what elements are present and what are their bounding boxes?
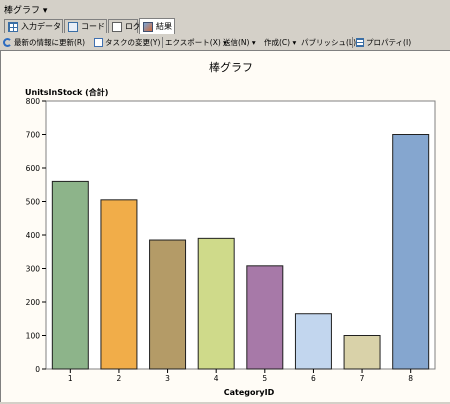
code-icon [68,21,78,32]
y-tick-label: 800 [26,97,41,106]
x-tick-label: 3 [165,374,170,383]
tab-log[interactable]: ログ [108,19,141,33]
tab-bar: 入力データ コード ログ 結果 [0,17,450,36]
task-changes-label: タスクの変更(Y) [105,38,161,47]
x-tick-label: 6 [311,374,316,383]
y-axis: 0 100 200 300 400 500 600 700 800 [26,97,46,374]
send-menu-button[interactable]: 送信(N) ▾ [223,37,256,48]
bar-chart: 棒グラフ UnitsInStock (合計) CategoryID 010020… [25,60,436,397]
title-dropdown-arrow-icon: ▾ [42,6,48,16]
tab-label: 結果 [156,22,172,31]
y-tick-label: 700 [26,131,41,140]
x-axis-label: CategoryID [224,388,275,397]
bar-category-3[interactable] [149,239,187,370]
publish-label: パブリッシュ(L) [301,38,357,47]
tab-results[interactable]: 結果 [139,18,175,34]
y-tick-label: 500 [26,198,41,207]
chart-title: 棒グラフ [209,60,253,74]
result-chart-icon [143,21,153,32]
bar-category-4[interactable] [197,237,235,370]
create-label: 作成(C) ▾ [264,38,297,47]
export-label: エクスポート(X) ▾ [165,38,227,47]
bar-category-2[interactable] [100,199,138,370]
y-tick-label: 100 [26,332,41,341]
window-title-bar[interactable]: 棒グラフ ▾ [0,0,450,16]
x-tick-label: 7 [360,374,365,383]
refresh-icon [3,38,12,47]
y-tick-label: 0 [35,365,40,374]
x-tick-label: 4 [214,374,219,383]
y-tick-label: 300 [26,265,41,274]
bar-category-1[interactable] [51,180,89,370]
window-title-menu[interactable]: 棒グラフ ▾ [4,3,47,16]
y-tick-label: 200 [26,298,41,307]
results-panel: 棒グラフ UnitsInStock (合計) CategoryID 0 100 20… [0,51,450,402]
refresh-label: 最新の情報に更新(R) [14,38,86,47]
x-tick-label: 5 [262,374,267,383]
tab-label: 入力データ [21,22,61,31]
refresh-button[interactable]: 最新の情報に更新(R) [3,37,85,48]
tab-input-data[interactable]: 入力データ [4,19,63,33]
results-toolbar: 最新の情報に更新(R) タスクの変更(Y) エクスポート(X) ▾ 送信(N) … [0,35,450,51]
bar-category-8[interactable] [392,134,430,370]
table-icon [8,21,18,32]
task-edit-icon [94,38,103,47]
y-tick-label: 600 [26,164,41,173]
create-menu-button[interactable]: 作成(C) ▾ [264,37,296,48]
bar-category-7[interactable] [343,335,381,370]
y-axis-label: UnitsInStock (合計) [25,87,108,97]
x-tick-label: 2 [117,374,122,383]
bar-category-6[interactable] [294,313,332,370]
properties-icon [356,38,364,47]
properties-button[interactable]: プロパティ(I) [356,37,411,48]
x-tick-label: 8 [408,374,413,383]
bar-category-5[interactable] [246,265,284,370]
tab-code[interactable]: コード [64,19,107,33]
properties-label: プロパティ(I) [366,38,412,47]
toolbar-separator [352,37,353,48]
send-label: 送信(N) ▾ [223,38,256,47]
log-icon [112,21,122,32]
x-tick-label: 1 [68,374,73,383]
task-changes-button[interactable]: タスクの変更(Y) [94,37,160,48]
publish-button[interactable]: パブリッシュ(L) [301,37,356,48]
y-tick-label: 400 [26,231,41,240]
window-title: 棒グラフ [4,6,41,16]
tab-label: コード [81,22,105,31]
export-menu-button[interactable]: エクスポート(X) ▾ [165,37,227,48]
toolbar-separator [162,37,163,48]
x-axis: 1 2 3 4 5 6 7 8 [68,369,413,383]
